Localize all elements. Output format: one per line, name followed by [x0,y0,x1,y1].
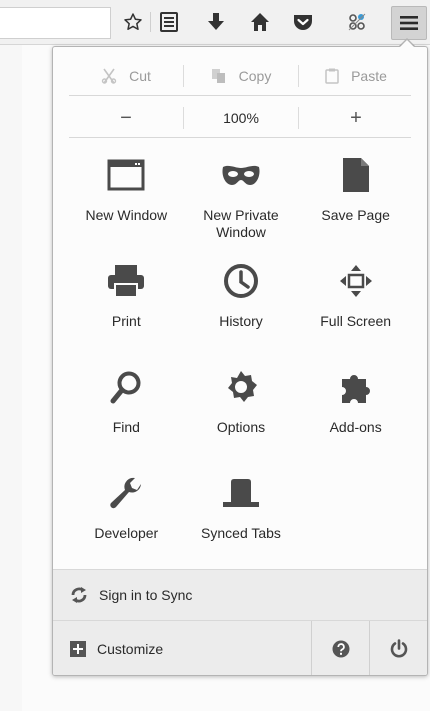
main-menu-panel: Cut Copy Paste − 100% + New Window New P… [52,46,428,676]
downloads-arrow-icon[interactable] [204,10,228,34]
hamburger-menu-button[interactable] [391,6,427,40]
bookmark-star-icon[interactable] [121,10,145,34]
history-label: History [219,313,263,329]
toolbar-separator [150,12,151,32]
magnifier-icon [106,367,146,407]
find-button[interactable]: Find [69,363,184,469]
options-label: Options [216,419,266,435]
gear-icon [221,367,261,407]
add-ons-button[interactable]: Add-ons [298,363,413,469]
new-private-window-button[interactable]: New Private Window [184,151,299,257]
fullscreen-icon [336,261,376,301]
print-label: Print [111,313,141,329]
home-icon[interactable] [248,10,272,34]
new-window-button[interactable]: New Window [69,151,184,257]
clock-icon [221,261,261,301]
page-left-edge [0,45,22,711]
scissors-icon [101,68,117,84]
hamburger-icon [400,16,418,30]
sync-item: Sign in to Sync [53,585,192,605]
cut-label: Cut [129,68,151,84]
quit-button[interactable] [369,621,427,675]
save-page-button[interactable]: Save Page [298,151,413,257]
full-screen-button[interactable]: Full Screen [298,257,413,363]
developer-button[interactable]: Developer [69,469,184,575]
printer-icon [106,261,146,301]
zoom-in-button[interactable]: + [298,107,413,129]
edit-controls: Cut Copy Paste [69,61,413,91]
extension-sparkle-icon[interactable] [345,10,369,34]
menu-tile-grid: New Window New Private Window Save Page … [69,151,413,575]
browser-toolbar [0,0,430,45]
private-mask-icon [221,155,261,195]
zoom-reset-button[interactable]: 100% [183,107,298,129]
power-icon [390,638,408,657]
synced-tabs-button[interactable]: Synced Tabs [184,469,299,575]
url-bar[interactable] [0,7,111,39]
copy-label: Copy [238,68,272,84]
new-window-icon [106,155,146,195]
divider [69,95,411,96]
find-label: Find [112,419,140,435]
synced-tabs-label: Synced Tabs [201,525,281,541]
paste-button[interactable]: Paste [298,65,413,87]
new-window-label: New Window [85,207,168,223]
clipboard-icon [325,68,339,84]
sync-icon [71,587,87,603]
sync-label: Sign in to Sync [99,587,193,603]
reading-list-icon[interactable] [157,10,181,34]
pocket-icon[interactable] [291,10,315,34]
divider [69,137,411,138]
new-private-window-label: New Private Window [203,207,279,240]
cut-button[interactable]: Cut [69,65,183,87]
save-page-label: Save Page [321,207,390,223]
history-button[interactable]: History [184,257,299,363]
panel-footer: Customize [53,620,427,675]
developer-label: Developer [94,525,159,541]
print-button[interactable]: Print [69,257,184,363]
copy-icon [211,69,225,83]
save-page-icon [336,155,376,195]
paste-label: Paste [351,68,387,84]
copy-button[interactable]: Copy [183,65,298,87]
customize-plus-icon [70,640,86,657]
help-button[interactable] [311,621,370,675]
panel-arrow-fill [399,40,415,48]
help-icon [332,640,350,657]
wrench-icon [106,473,146,513]
add-ons-label: Add-ons [329,419,382,435]
customize-button[interactable]: Customize [53,640,163,658]
zoom-out-button[interactable]: − [69,107,183,129]
full-screen-label: Full Screen [320,313,392,329]
sign-in-to-sync-button[interactable]: Sign in to Sync [53,569,427,620]
zoom-controls: − 100% + [69,103,413,133]
options-button[interactable]: Options [184,363,299,469]
customize-label: Customize [97,640,164,657]
synced-tabs-icon [221,473,261,513]
puzzle-icon [336,367,376,407]
